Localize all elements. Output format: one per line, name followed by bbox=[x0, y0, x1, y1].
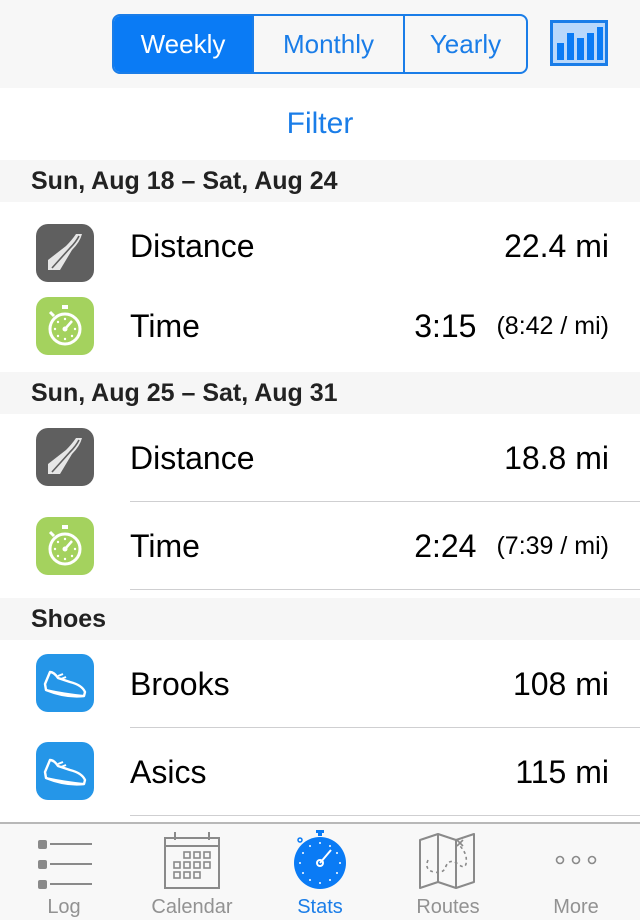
distance-label: Distance bbox=[130, 439, 255, 476]
shoe-name: Brooks bbox=[130, 665, 230, 702]
tab-label: Stats bbox=[297, 896, 343, 918]
time-label: Time bbox=[130, 527, 200, 564]
distance-value: 18.8 mi bbox=[504, 439, 609, 476]
stopwatch-icon bbox=[294, 830, 346, 889]
week-1-header: Sun, Aug 18 – Sat, Aug 24 bbox=[0, 160, 640, 202]
time-value: 2:24 (7:39 / mi) bbox=[414, 502, 609, 590]
shoe-mileage: 115 mi bbox=[515, 753, 609, 790]
map-icon bbox=[419, 833, 475, 889]
tab-calendar[interactable]: Calendar bbox=[128, 824, 256, 920]
tab-bar: Log Calendar Stats Routes More bbox=[0, 822, 640, 920]
tab-label: More bbox=[553, 896, 599, 918]
week-1-distance-row[interactable]: Distance 22.4 mi bbox=[0, 202, 640, 290]
shoe-mileage: 108 mi bbox=[512, 665, 609, 702]
shoes-title: Shoes bbox=[31, 604, 107, 633]
separator bbox=[130, 815, 640, 816]
period-segmented-control: Weekly Monthly Yearly bbox=[112, 14, 528, 74]
segment-monthly[interactable]: Monthly bbox=[252, 16, 403, 72]
shoe-row[interactable]: Asics 115 mi bbox=[0, 728, 640, 816]
week-range: Sun, Aug 18 – Sat, Aug 24 bbox=[31, 166, 338, 195]
calendar-icon bbox=[164, 832, 220, 889]
tab-label: Calendar bbox=[151, 896, 233, 918]
week-2-time-row[interactable]: Time 2:24 (7:39 / mi) bbox=[0, 502, 640, 590]
total-time: 2:24 bbox=[414, 527, 477, 564]
segment-yearly[interactable]: Yearly bbox=[403, 16, 526, 72]
list-icon bbox=[38, 840, 92, 889]
pace: (7:39 / mi) bbox=[496, 531, 609, 560]
more-icon bbox=[555, 855, 597, 865]
road-icon bbox=[36, 224, 94, 282]
tab-label: Routes bbox=[416, 896, 480, 918]
shoe-icon bbox=[36, 654, 94, 712]
stopwatch-icon bbox=[36, 297, 94, 355]
tab-log[interactable]: Log bbox=[0, 824, 128, 920]
filter-button[interactable]: Filter bbox=[0, 88, 640, 160]
tab-routes[interactable]: Routes bbox=[384, 824, 512, 920]
shoe-icon bbox=[36, 742, 94, 800]
bar-chart-icon bbox=[557, 27, 603, 60]
time-label: Time bbox=[130, 307, 200, 344]
shoe-row[interactable]: Brooks 108 mi bbox=[0, 640, 640, 728]
top-bar: Weekly Monthly Yearly bbox=[0, 0, 640, 88]
tab-label: Log bbox=[47, 896, 81, 918]
total-time: 3:15 bbox=[414, 307, 477, 344]
week-range: Sun, Aug 25 – Sat, Aug 31 bbox=[31, 378, 338, 407]
separator bbox=[130, 589, 640, 590]
shoes-header: Shoes bbox=[0, 598, 640, 640]
distance-label: Distance bbox=[130, 227, 255, 264]
distance-value: 22.4 mi bbox=[504, 227, 609, 264]
week-2-distance-row[interactable]: Distance 18.8 mi bbox=[0, 414, 640, 502]
tab-stats[interactable]: Stats bbox=[256, 824, 384, 920]
week-1-time-row[interactable]: Time 3:15 (8:42 / mi) bbox=[0, 282, 640, 370]
week-2-header: Sun, Aug 25 – Sat, Aug 31 bbox=[0, 372, 640, 414]
chart-view-button[interactable] bbox=[550, 20, 608, 66]
tab-more[interactable]: More bbox=[512, 824, 640, 920]
segment-weekly[interactable]: Weekly bbox=[114, 16, 252, 72]
road-icon bbox=[36, 428, 94, 486]
shoe-name: Asics bbox=[130, 753, 207, 790]
stopwatch-icon bbox=[36, 517, 94, 575]
pace: (8:42 / mi) bbox=[496, 311, 609, 340]
time-value: 3:15 (8:42 / mi) bbox=[414, 282, 609, 370]
